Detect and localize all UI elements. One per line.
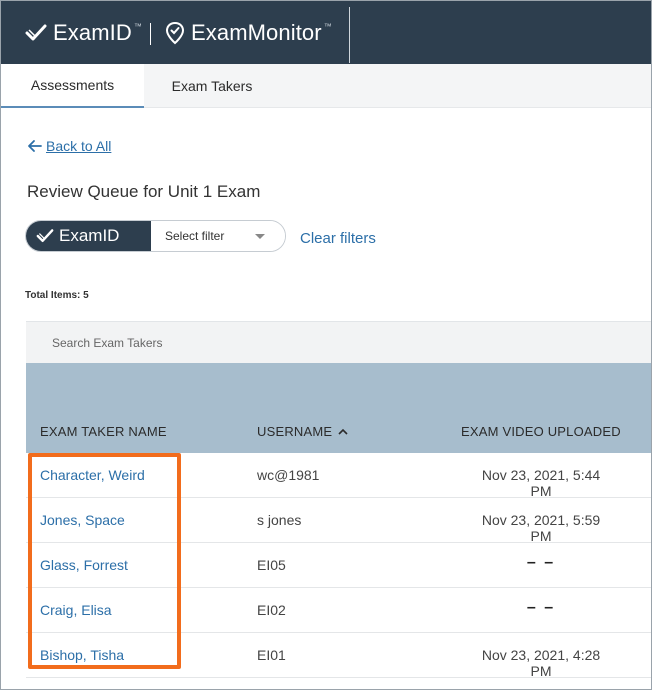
arrow-left-icon [28, 140, 42, 152]
tab-assessments[interactable]: Assessments [1, 64, 144, 108]
nav-tabs: Assessments Exam Takers [1, 64, 651, 108]
back-to-all-link[interactable]: Back to All [27, 138, 111, 154]
table-row: Character, Weird wc@1981 Nov 23, 2021, 5… [26, 453, 651, 499]
username-cell: wc@1981 [257, 467, 320, 483]
exammonitor-logo: ExamMonitor ™ [165, 1, 332, 64]
table-header: EXAM TAKER NAME USERNAME EXAM VIDEO UPLO… [26, 363, 651, 453]
table-row: Jones, Space s jones Nov 23, 2021, 5:59 … [26, 498, 651, 544]
back-link-label: Back to All [46, 138, 112, 154]
column-header-video[interactable]: EXAM VIDEO UPLOADED [461, 424, 621, 439]
filter-select[interactable]: Select filter [151, 221, 285, 251]
exam-taker-name-link[interactable]: Bishop, Tisha [40, 647, 124, 663]
exam-taker-name-link[interactable]: Glass, Forrest [40, 557, 128, 573]
column-header-username[interactable]: USERNAME [257, 424, 348, 439]
search-input[interactable] [52, 332, 452, 354]
trademark: ™ [133, 22, 142, 31]
table-row: Bishop, Tisha EI01 Nov 23, 2021, 4:28 PM [26, 633, 651, 679]
app-window: ExamID ™ ExamMonitor ™ Assessments Exam Ta… [0, 0, 652, 690]
column-header-username-label: USERNAME [257, 424, 333, 439]
brand-examid-text: ExamID [53, 19, 132, 45]
examid-check-icon [36, 229, 54, 242]
filter-select-value: Select filter [165, 229, 225, 243]
exam-taker-name-link[interactable]: Jones, Space [40, 512, 125, 528]
username-cell: s jones [257, 512, 302, 528]
video-uploaded-cell: Nov 23, 2021, 5:44 PM [481, 467, 601, 499]
total-items-count: Total Items: 5 [25, 290, 89, 301]
exam-taker-name-link[interactable]: Craig, Elisa [40, 602, 112, 618]
examid-filter-pill[interactable]: ExamID [26, 221, 151, 251]
video-uploaded-cell: – – [526, 599, 556, 616]
username-cell: EI01 [257, 647, 286, 663]
exam-taker-name-link[interactable]: Character, Weird [40, 467, 145, 483]
username-cell: EI02 [257, 602, 286, 618]
table-body: Character, Weird wc@1981 Nov 23, 2021, 5… [26, 453, 651, 679]
column-header-name[interactable]: EXAM TAKER NAME [40, 424, 167, 439]
video-uploaded-cell: Nov 23, 2021, 5:59 PM [481, 512, 601, 544]
filter-group: ExamID Select filter [25, 220, 286, 252]
tab-exam-takers[interactable]: Exam Takers [144, 64, 280, 108]
video-uploaded-cell: Nov 23, 2021, 4:28 PM [481, 647, 601, 679]
brand-separator [150, 23, 151, 45]
table-row: Craig, Elisa EI02 – – [26, 588, 651, 633]
brand-exammonitor-text: ExamMonitor [191, 19, 322, 45]
header-divider [349, 7, 350, 63]
top-header: ExamID ™ ExamMonitor ™ [1, 1, 651, 64]
sort-ascending-icon [338, 428, 348, 435]
location-pin-icon [165, 21, 185, 44]
chevron-down-icon [255, 233, 265, 239]
table-row: Glass, Forrest EI05 – – [26, 543, 651, 588]
search-bar [26, 321, 651, 363]
examid-logo: ExamID ™ [25, 1, 142, 64]
examid-check-icon [25, 24, 47, 40]
trademark: ™ [323, 22, 332, 31]
username-cell: EI05 [257, 557, 286, 573]
filter-pill-label: ExamID [59, 226, 120, 245]
page-title: Review Queue for Unit 1 Exam [27, 182, 261, 201]
video-uploaded-cell: – – [526, 554, 556, 571]
clear-filters-link[interactable]: Clear filters [300, 230, 376, 247]
